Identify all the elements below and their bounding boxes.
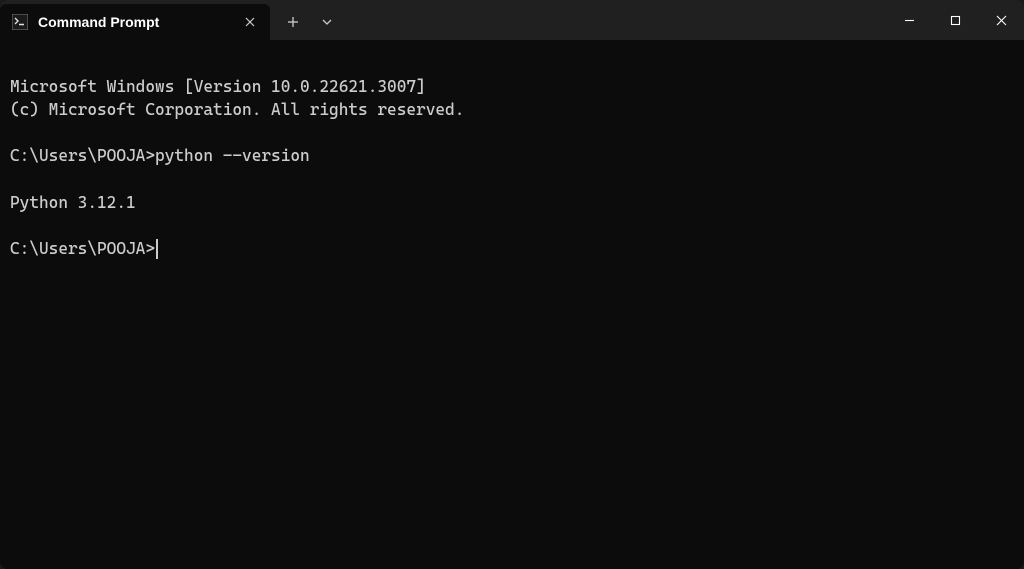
cmd-icon <box>12 14 28 30</box>
terminal-command: python --version <box>155 144 310 167</box>
tab-dropdown-button[interactable] <box>310 6 344 38</box>
terminal-output-line: Microsoft Windows [Version 10.0.22621.30… <box>10 77 426 96</box>
terminal-prompt: C:\Users\POOJA> <box>10 144 155 167</box>
tab-close-button[interactable] <box>240 12 260 32</box>
tabs-area: Command Prompt <box>0 0 344 40</box>
terminal-output-line: (c) Microsoft Corporation. All rights re… <box>10 100 464 119</box>
window-controls <box>886 0 1024 40</box>
cursor <box>156 239 158 259</box>
terminal-content[interactable]: Microsoft Windows [Version 10.0.22621.30… <box>0 40 1024 569</box>
terminal-output-line: Python 3.12.1 <box>10 193 136 212</box>
new-tab-button[interactable] <box>276 6 310 38</box>
minimize-button[interactable] <box>886 0 932 40</box>
close-button[interactable] <box>978 0 1024 40</box>
tab-command-prompt[interactable]: Command Prompt <box>0 4 270 40</box>
maximize-button[interactable] <box>932 0 978 40</box>
titlebar[interactable]: Command Prompt <box>0 0 1024 40</box>
titlebar-drag-area[interactable] <box>344 0 886 40</box>
command-prompt-window: Command Prompt <box>0 0 1024 569</box>
tab-actions <box>276 4 344 40</box>
terminal-prompt: C:\Users\POOJA> <box>10 237 155 260</box>
tab-title: Command Prompt <box>38 14 230 30</box>
